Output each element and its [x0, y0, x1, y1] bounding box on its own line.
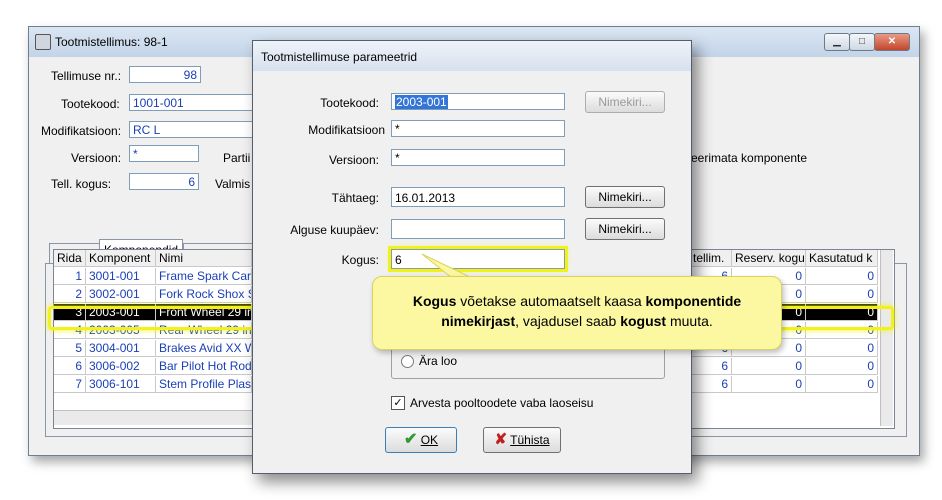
components-table-left: Rida Komponent Nimi 1 3001-001 Frame Spark Ca…	[53, 249, 255, 429]
column-header[interactable]: tellim.	[690, 250, 732, 267]
column-header[interactable]: Kasutatud k	[806, 250, 878, 267]
product-list-button[interactable]: Nimekiri...	[585, 91, 665, 113]
table-cell[interactable]: 0	[806, 358, 878, 375]
vertical-scrollbar[interactable]	[880, 250, 893, 426]
dlg-product-code-field[interactable]: 2003-001	[391, 93, 565, 110]
column-header[interactable]: Reserv. kogu	[732, 250, 806, 267]
order-qty-field[interactable]: 6	[129, 173, 199, 190]
dlg-product-code-label: Tootekood:	[320, 96, 379, 110]
table-cell[interactable]: Stem Profile Plasm	[156, 376, 252, 393]
column-header[interactable]: Rida	[54, 250, 86, 267]
table-cell[interactable]: 0	[806, 376, 878, 393]
callout-t5: kogust	[620, 313, 667, 329]
callout-t2: võetakse automaatselt kaasa	[456, 293, 646, 309]
table-cell[interactable]: 2	[54, 286, 86, 303]
x-icon: ✘	[494, 431, 508, 448]
deadline-field[interactable]: 16.01.2013	[391, 187, 565, 207]
dont-create-label: Ära loo	[419, 354, 458, 368]
start-date-label: Alguse kuupäev:	[290, 223, 379, 237]
close-button[interactable]: ✕	[874, 33, 910, 51]
table-cell[interactable]: 6	[690, 358, 732, 375]
column-header[interactable]: Komponent	[86, 250, 156, 267]
table-cell[interactable]: Fork Rock Shox S	[156, 286, 252, 303]
free-stock-label: Arvesta pooltoodete vaba laoseisu	[410, 396, 594, 410]
dlg-version-label: Versioon:	[328, 153, 379, 167]
table-cell[interactable]: 7	[54, 376, 86, 393]
order-nr-label: Tellimuse nr.:	[51, 69, 122, 83]
free-stock-checkbox[interactable]: ✓	[391, 396, 405, 410]
unreserved-label: eerimata komponente	[691, 151, 808, 165]
table-cell[interactable]: Bar Pilot Hot Rod	[156, 358, 252, 375]
ready-label: Valmis	[215, 177, 251, 191]
party-label: Partii	[223, 151, 251, 165]
table-cell[interactable]: 3002-001	[86, 286, 156, 303]
horizontal-scrollbar[interactable]	[54, 410, 252, 425]
table-cell[interactable]: 3006-002	[86, 358, 156, 375]
check-icon: ✔	[403, 431, 418, 448]
callout-t1: Kogus	[412, 293, 457, 309]
dialog-title-bar: Tootmistellimuse parameetrid	[253, 41, 691, 71]
table-cell[interactable]: 3006-101	[86, 376, 156, 393]
table-cell[interactable]: 5	[54, 340, 86, 357]
deadline-label: Tähtaeg:	[331, 191, 379, 205]
dlg-modification-label: Modifikatsioon	[308, 123, 385, 137]
table-cell[interactable]: 0	[732, 376, 806, 393]
table-cell[interactable]: 3004-001	[86, 340, 156, 357]
table-cell[interactable]: 3001-001	[86, 268, 156, 285]
maximize-button[interactable]: □	[849, 33, 875, 51]
dlg-product-code-value: 2003-001	[395, 95, 448, 109]
cancel-label: Tühista	[510, 433, 550, 447]
main-product-code-label: Tootekood:	[61, 97, 120, 111]
table-cell[interactable]: 0	[806, 268, 878, 285]
order-nr-field[interactable]: 98	[129, 66, 201, 83]
main-version-field[interactable]: *	[129, 145, 199, 162]
main-modification-label: Modifikatsioon:	[41, 124, 122, 138]
table-cell[interactable]: 1	[54, 268, 86, 285]
dlg-modification-field[interactable]: *	[391, 120, 565, 137]
dialog-title: Tootmistellimuse parameetrid	[261, 50, 418, 64]
table-cell[interactable]: 0	[806, 340, 878, 357]
callout-t4: , vajadusel saab	[515, 313, 621, 329]
info-callout: Kogus võetakse automaatselt kaasa kompon…	[372, 276, 782, 350]
minimize-button[interactable]: ▁	[824, 33, 850, 51]
quantity-label: Kogus:	[341, 253, 379, 267]
main-modification-field[interactable]: RC L	[129, 121, 253, 138]
ok-button[interactable]: ✔ OK	[385, 427, 457, 453]
main-version-label: Versioon:	[71, 151, 122, 165]
table-cell[interactable]: Brakes Avid XX W	[156, 340, 252, 357]
dlg-version-field[interactable]: *	[391, 149, 565, 166]
ok-label: OK	[420, 433, 439, 447]
order-qty-label: Tell. kogus:	[51, 177, 112, 191]
table-cell[interactable]: 6	[690, 376, 732, 393]
column-header[interactable]: Nimi	[156, 250, 252, 267]
dont-create-radio[interactable]	[401, 355, 414, 368]
main-window-title: Tootmistellimus: 98-1	[55, 35, 168, 49]
callout-t6: muuta.	[666, 313, 713, 329]
start-date-field[interactable]	[391, 219, 565, 239]
table-cell[interactable]: 0	[732, 358, 806, 375]
table-cell[interactable]: 6	[54, 358, 86, 375]
cancel-button[interactable]: ✘ Tühista	[483, 427, 561, 453]
table-cell[interactable]: Frame Spark Carb	[156, 268, 252, 285]
deadline-list-button[interactable]: Nimekiri...	[585, 186, 665, 208]
table-cell[interactable]: 0	[806, 286, 878, 303]
app-icon	[35, 34, 51, 50]
main-product-code-field[interactable]: 1001-001	[129, 94, 253, 111]
start-date-list-button[interactable]: Nimekiri...	[585, 218, 665, 240]
